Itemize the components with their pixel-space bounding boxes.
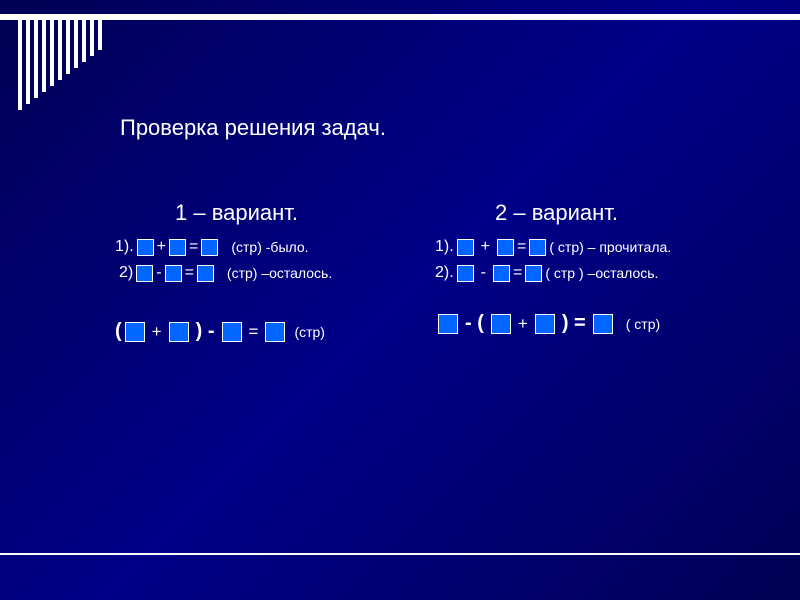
v2-l2-eq: = <box>513 264 522 282</box>
v1-l2-suffix: (стр) –осталось. <box>227 265 332 281</box>
v1-expr-suffix: (стр) <box>294 324 325 340</box>
variant-2-column: 2 – вариант. 1). + = ( стр) – прочитала.… <box>400 200 800 351</box>
placeholder-box <box>593 314 613 334</box>
v1-l1-suffix: (стр) -было. <box>231 239 308 255</box>
v1-l1-eq: = <box>189 238 198 256</box>
content-area: 1 – вариант. 1). + = (стр) -было. 2) - =… <box>0 200 800 351</box>
v2-l2-suffix: ( стр ) –осталось. <box>545 265 658 281</box>
placeholder-box <box>201 239 218 256</box>
placeholder-box <box>265 322 285 342</box>
variant-2-heading: 2 – вариант. <box>435 200 770 226</box>
v2-expr-op: + <box>518 314 528 334</box>
placeholder-box <box>529 239 546 256</box>
v2-l1-suffix: ( стр) – прочитала. <box>549 239 671 255</box>
top-divider <box>0 14 800 20</box>
v1-expr-op: + <box>152 322 162 342</box>
variant-2-line-2: 2). - = ( стр ) –осталось. <box>435 264 770 282</box>
v1-expr-eq: = <box>249 322 259 342</box>
variant-1-line-2: 2) - = (стр) –осталось. <box>115 264 370 282</box>
decorative-bars <box>18 20 102 110</box>
placeholder-box <box>457 239 474 256</box>
placeholder-box <box>137 239 154 256</box>
variant-2-expression: - ( + ) = ( стр) <box>435 312 770 335</box>
variant-1-line-1: 1). + = (стр) -было. <box>115 238 370 256</box>
placeholder-box <box>525 265 542 282</box>
v1-l2-op: - <box>156 264 161 282</box>
slide-title: Проверка решения задач. <box>120 115 386 141</box>
v1-l2-eq: = <box>185 264 194 282</box>
v2-l1-op: + <box>481 238 490 256</box>
v1-l1-op: + <box>157 238 166 256</box>
placeholder-box <box>457 265 474 282</box>
v2-l1-eq: = <box>517 238 526 256</box>
variant-1-expression: ( + ) - = (стр) <box>115 320 370 343</box>
bottom-divider <box>0 553 800 555</box>
v2-l2-prefix: 2). <box>435 264 454 282</box>
v2-expr-suffix: ( стр) <box>626 316 660 332</box>
variant-2-line-1: 1). + = ( стр) – прочитала. <box>435 238 770 256</box>
placeholder-box <box>125 322 145 342</box>
placeholder-box <box>535 314 555 334</box>
v2-expr-pre: - ( <box>465 312 484 335</box>
placeholder-box <box>491 314 511 334</box>
v1-expr-close: ) - <box>196 320 215 343</box>
v2-l2-op: - <box>481 264 486 282</box>
placeholder-box <box>438 314 458 334</box>
placeholder-box <box>169 239 186 256</box>
placeholder-box <box>493 265 510 282</box>
placeholder-box <box>169 322 189 342</box>
placeholder-box <box>197 265 214 282</box>
placeholder-box <box>497 239 514 256</box>
variant-1-heading: 1 – вариант. <box>115 200 370 226</box>
placeholder-box <box>136 265 153 282</box>
v2-expr-close: ) = <box>562 312 586 335</box>
v1-l2-prefix: 2) <box>119 264 133 282</box>
v2-l1-prefix: 1). <box>435 238 454 256</box>
v1-l1-prefix: 1). <box>115 238 134 256</box>
variant-1-column: 1 – вариант. 1). + = (стр) -было. 2) - =… <box>0 200 400 351</box>
v1-expr-open: ( <box>115 320 122 343</box>
placeholder-box <box>222 322 242 342</box>
placeholder-box <box>165 265 182 282</box>
